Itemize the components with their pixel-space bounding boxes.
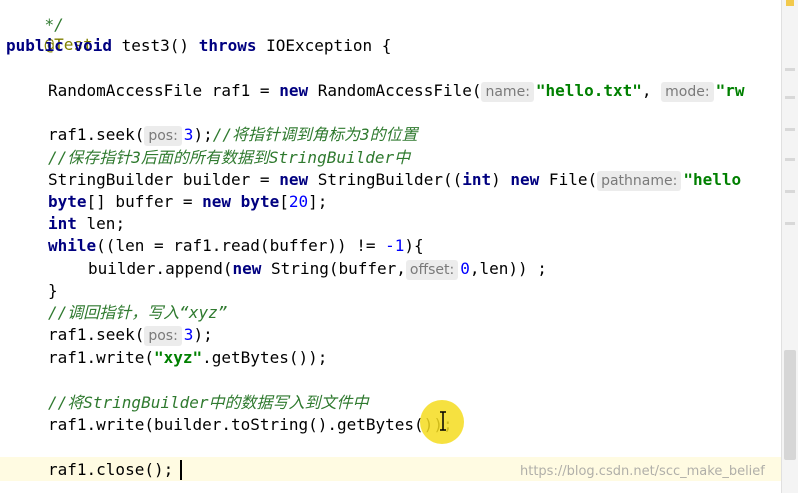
keyword-void: void [73, 36, 112, 55]
code-text: StringBuilder(( [308, 170, 463, 189]
string-literal: "hello.txt" [535, 81, 642, 100]
number-literal: 0 [460, 259, 470, 278]
keyword-new: new [279, 81, 309, 100]
code-line-close-brace: } [48, 280, 58, 302]
warning-marker [786, 0, 794, 6]
comment: //将指针调到角标为3的位置 [212, 125, 418, 144]
keyword-new: new [279, 170, 309, 189]
code-text: RandomAccessFile raf1 = [48, 81, 280, 100]
code-text: StringBuilder builder = [48, 170, 280, 189]
code-line-signature: public void test3() throws IOException { [6, 35, 391, 57]
code-line-len-decl: int len; [48, 213, 125, 235]
code-text: raf1.write(builder.toString().getBytes()… [48, 415, 453, 434]
param-hint-name: name: [481, 81, 534, 102]
code-text: ){ [404, 236, 424, 255]
code-line-append: builder.append(new String(buffer, offset:… [88, 258, 547, 280]
method-name: test3() [121, 36, 190, 55]
param-hint-mode: mode: [661, 81, 714, 102]
keyword-byte: byte [48, 192, 87, 211]
exception-type: IOException { [266, 36, 392, 55]
code-line-builder-decl: StringBuilder builder = new StringBuilde… [48, 169, 741, 191]
code-line-seek2: raf1.seek(pos: 3); [48, 324, 213, 346]
code-text: ]; [308, 192, 328, 211]
code-line-write-builder: raf1.write(builder.toString().getBytes()… [48, 414, 453, 436]
watermark: https://blog.csdn.net/scc_make_belief [520, 464, 765, 479]
code-text: File( [539, 170, 598, 189]
keyword-new: new [232, 259, 262, 278]
keyword-public: public [6, 36, 64, 55]
scroll-marker [785, 128, 795, 131]
keyword-while: while [48, 236, 97, 255]
code-line-while: while((len = raf1.read(buffer)) != -1){ [48, 235, 424, 257]
keyword-int: int [462, 170, 492, 189]
code-text: } [48, 281, 58, 300]
number-literal: 3 [183, 325, 194, 344]
scroll-marker [785, 96, 795, 99]
code-line-close: raf1.close(); [48, 459, 173, 481]
code-text: String(buffer, [261, 259, 406, 278]
number-literal: 20 [288, 192, 309, 211]
code-text: builder.append( [88, 259, 233, 278]
code-text: raf1.write( [48, 348, 154, 367]
string-literal: "hello [683, 170, 742, 189]
number-literal: 3 [183, 125, 194, 144]
keyword-byte: byte [240, 192, 280, 211]
code-text: ); [193, 325, 213, 344]
code-text: .getBytes()); [202, 348, 328, 367]
code-text: RandomAccessFile( [308, 81, 482, 100]
code-text: raf1.seek( [48, 125, 145, 144]
scrollbar-thumb[interactable] [784, 350, 796, 460]
code-line-comment: //调回指针，写入“xyz” [48, 302, 227, 324]
code-line-buffer-decl: byte[] buffer = new byte[20]; [48, 191, 327, 213]
code-text: ); [193, 125, 213, 144]
code-text: ,len)) ; [469, 259, 547, 278]
scroll-marker [785, 158, 795, 161]
code-line-annotation: @Test [6, 12, 93, 54]
code-text: len; [76, 214, 126, 233]
comment: //调回指针，写入“xyz” [48, 303, 228, 322]
code-line-comment: //将StringBuilder中的数据写入到文件中 [48, 392, 369, 414]
code-text: , [641, 81, 652, 100]
number-literal: -1 [385, 236, 405, 255]
scroll-marker [785, 222, 795, 225]
param-hint-pos: pos: [144, 325, 182, 346]
ibeam-cursor-icon [440, 411, 446, 431]
code-editor[interactable]: */ @Test public void test3() throws IOEx… [0, 0, 782, 493]
param-hint-pos: pos: [144, 125, 182, 146]
comment: //将StringBuilder中的数据写入到文件中 [48, 393, 369, 412]
code-text: raf1.close(); [48, 460, 174, 479]
string-literal: "rw [715, 81, 745, 100]
keyword-new: new [202, 192, 232, 211]
code-line-seek: raf1.seek(pos: 3);//将指针调到角标为3的位置 [48, 124, 418, 146]
code-text: ((len = raf1.read(buffer)) != [96, 236, 386, 255]
keyword-throws: throws [198, 36, 257, 55]
keyword-int: int [48, 214, 77, 233]
code-text: ) [491, 170, 511, 189]
code-text: raf1.seek( [48, 325, 145, 344]
scroll-marker [785, 68, 795, 71]
code-text: [ [279, 192, 289, 211]
comment: //保存指针3后面的所有数据到StringBuilder中 [48, 148, 411, 167]
text-caret [180, 460, 182, 480]
scroll-marker [785, 190, 795, 193]
string-literal: "xyz" [153, 348, 203, 367]
param-hint-offset: offset: [405, 259, 459, 280]
vertical-scrollbar[interactable] [781, 0, 798, 493]
code-text: [] buffer = [86, 192, 203, 211]
code-line-raf-decl: RandomAccessFile raf1 = new RandomAccess… [48, 80, 744, 102]
code-line-comment: //保存指针3后面的所有数据到StringBuilder中 [48, 147, 410, 169]
code-line-write-xyz: raf1.write("xyz".getBytes()); [48, 347, 327, 369]
keyword-new: new [510, 170, 540, 189]
param-hint-pathname: pathname: [597, 170, 682, 191]
